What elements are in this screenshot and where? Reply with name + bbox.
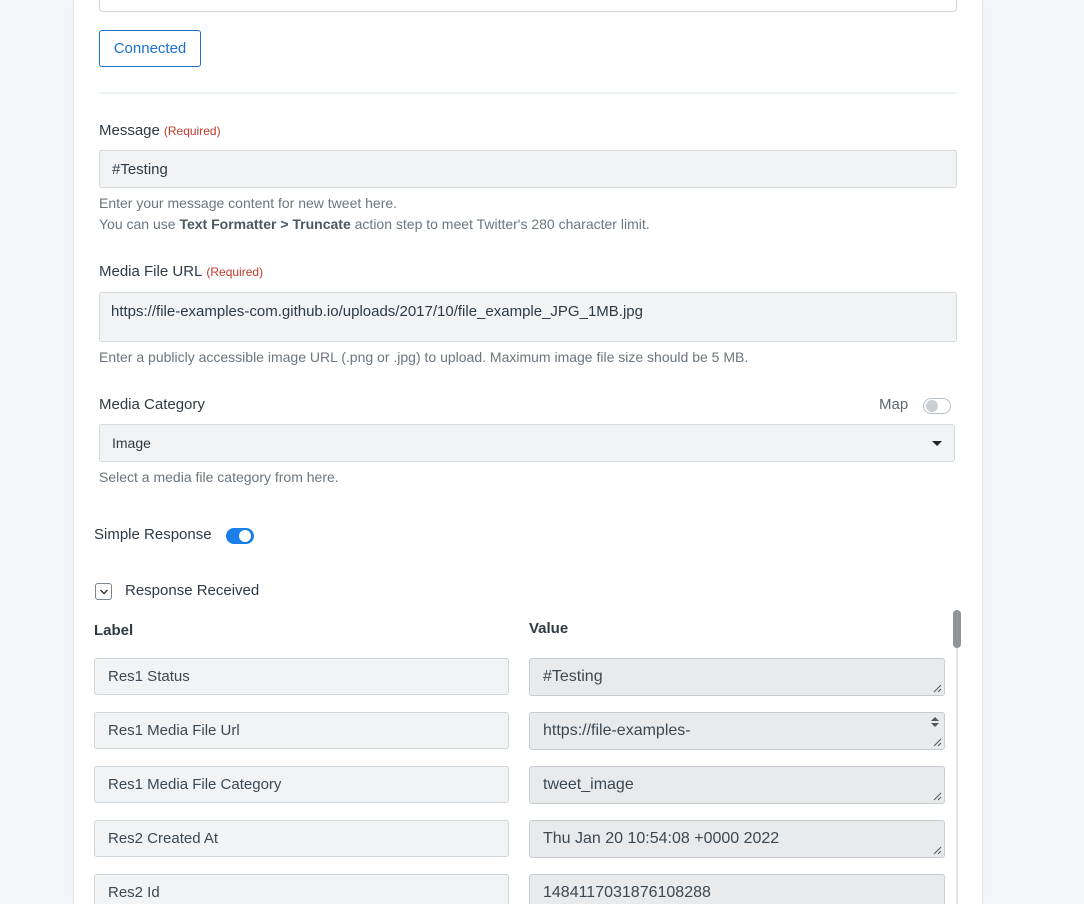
media-url-input[interactable]: https://file-examples-com.github.io/uplo… [99, 292, 957, 342]
media-url-required-marker: (Required) [206, 265, 264, 279]
form-panel: Connected Message (Required) #Testing Ent… [73, 0, 983, 904]
response-row-value-text: #Testing [543, 668, 603, 685]
response-row-label[interactable]: Res1 Status [94, 658, 509, 695]
response-row-value-text: Thu Jan 20 10:54:08 +0000 2022 [543, 830, 780, 847]
chevron-down-icon [932, 441, 942, 446]
response-row-value[interactable]: 1484117031876108288 [529, 874, 945, 904]
chevron-down-icon [100, 589, 108, 595]
message-help-line2: You can use Text Formatter > Truncate ac… [99, 214, 650, 235]
response-row-value[interactable]: https://file-examples- [529, 712, 945, 750]
collapse-toggle-button[interactable] [95, 583, 112, 600]
connected-button[interactable]: Connected [99, 30, 201, 67]
response-row-value[interactable]: tweet_image [529, 766, 945, 804]
response-row-value-text: https://file-examples- [543, 722, 691, 739]
scrollbar-track[interactable] [956, 648, 958, 904]
response-row-label[interactable]: Res2 Created At [94, 820, 509, 857]
resize-handle-icon[interactable] [932, 845, 942, 855]
message-required-marker: (Required) [163, 124, 221, 138]
message-label: Message (Required) [99, 122, 221, 139]
media-category-selected: Image [112, 435, 151, 451]
message-help: Enter your message content for new tweet… [99, 193, 650, 235]
response-row-label[interactable]: Res1 Media File Url [94, 712, 509, 749]
response-row-value[interactable]: Thu Jan 20 10:54:08 +0000 2022 [529, 820, 945, 858]
resize-handle-icon[interactable] [932, 683, 942, 693]
response-row-value-text: tweet_image [543, 776, 634, 793]
message-label-text: Message [99, 122, 160, 139]
connection-select[interactable] [99, 0, 957, 12]
message-help-prefix: You can use [99, 216, 180, 232]
map-label: Map [879, 396, 909, 413]
media-category-help: Select a media file category from here. [99, 469, 339, 485]
response-row-value[interactable]: #Testing [529, 658, 945, 696]
resize-handle-icon[interactable] [932, 791, 942, 801]
response-row-label[interactable]: Res1 Media File Category [94, 766, 509, 803]
message-input[interactable]: #Testing [99, 150, 957, 188]
media-url-label: Media File URL (Required) [99, 263, 263, 280]
simple-response-toggle-knob [239, 530, 251, 542]
label-column-header: Label [94, 622, 134, 639]
response-row-label[interactable]: Res2 Id [94, 874, 509, 904]
response-row-value-text: 1484117031876108288 [543, 884, 711, 901]
message-input-value: #Testing [112, 161, 168, 178]
media-url-help: Enter a publicly accessible image URL (.… [99, 349, 749, 365]
resize-handle-icon[interactable] [932, 737, 942, 747]
media-category-label: Media Category [99, 396, 205, 413]
scrollbar-thumb[interactable] [953, 610, 961, 648]
media-category-select[interactable]: Image [99, 424, 955, 462]
section-divider [99, 92, 957, 94]
spinner-arrows-icon[interactable] [930, 716, 940, 728]
value-column-header: Value [529, 620, 569, 637]
message-help-bold: Text Formatter > Truncate [179, 216, 351, 232]
media-url-input-value: https://file-examples-com.github.io/uplo… [111, 303, 643, 320]
message-help-suffix: action step to meet Twitter's 280 charac… [350, 216, 650, 232]
simple-response-toggle[interactable] [226, 528, 254, 544]
media-url-label-text: Media File URL [99, 263, 203, 280]
simple-response-label: Simple Response [94, 526, 212, 543]
message-help-line1: Enter your message content for new tweet… [99, 195, 398, 211]
response-received-title: Response Received [125, 582, 260, 599]
map-toggle-knob [926, 400, 938, 412]
map-toggle[interactable] [923, 398, 951, 414]
